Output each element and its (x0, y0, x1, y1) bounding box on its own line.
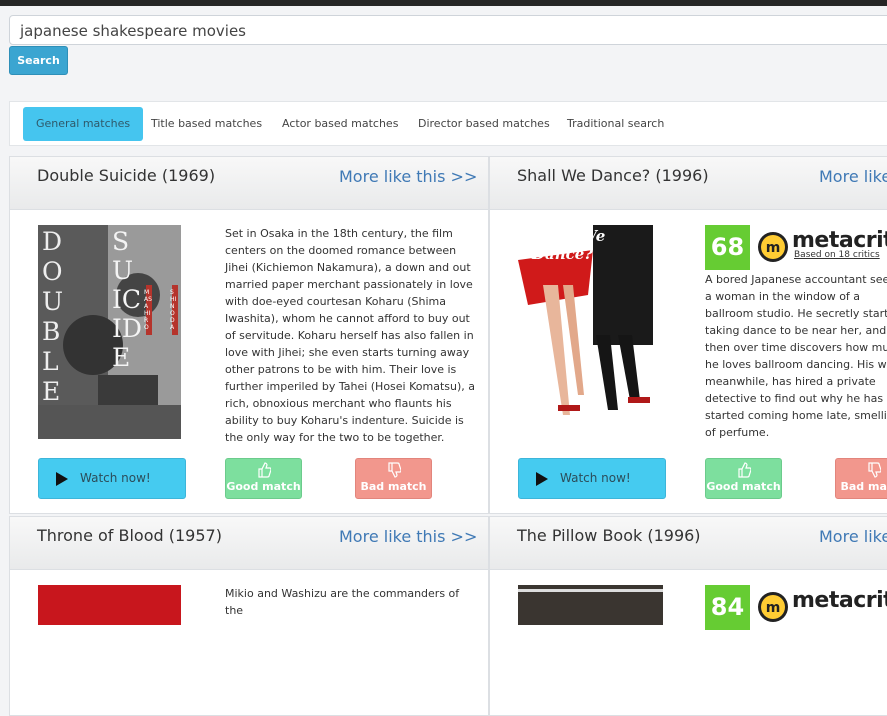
movie-poster[interactable]: Shall We Dance? (518, 225, 658, 415)
tab-traditional-search[interactable]: Traditional search (567, 107, 664, 141)
poster-stripe (518, 589, 663, 592)
movie-poster[interactable] (518, 585, 663, 625)
movie-card-the-pillow-book: The Pillow Book (1996) More like this >>… (489, 516, 887, 716)
movie-description: A bored Japanese accountant sees a woman… (705, 273, 887, 439)
poster-title: Shall We Dance? (532, 227, 606, 263)
critics-count-link[interactable]: Based on 18 critics (794, 250, 880, 260)
metacritic-name: metacritic (792, 588, 887, 613)
tab-title-based-matches[interactable]: Title based matches (151, 107, 262, 141)
movie-description: Set in Osaka in the 18th century, the fi… (225, 227, 475, 444)
more-like-this-link[interactable]: More like this >> (819, 527, 887, 546)
good-match-label: Good match (706, 480, 781, 493)
tab-director-based-matches[interactable]: Director based matches (418, 107, 550, 141)
search-button[interactable]: Search (9, 46, 68, 75)
movie-poster[interactable] (38, 585, 181, 625)
svg-text:m: m (766, 600, 781, 616)
movie-description: Mikio and Washizu are the commanders of … (225, 587, 460, 617)
thumbs-up-icon (738, 462, 751, 478)
poster-director-first: MASAHIRO (144, 289, 152, 331)
top-bar (0, 0, 887, 6)
poster-director-last: SHINODA (170, 289, 177, 331)
bad-match-button[interactable]: Bad match (835, 458, 887, 499)
movie-title: Double Suicide (1969) (37, 166, 216, 185)
movie-title: The Pillow Book (1996) (517, 526, 701, 545)
play-icon (56, 472, 68, 486)
tab-actor-based-matches[interactable]: Actor based matches (282, 107, 398, 141)
thumbs-down-icon (388, 462, 401, 478)
tab-general-matches[interactable]: General matches (23, 107, 144, 141)
movie-card-double-suicide: Double Suicide (1969) More like this >> … (9, 156, 489, 514)
watch-now-button[interactable]: Watch now! (518, 458, 666, 499)
poster-title-right: SUICIDE (112, 227, 142, 372)
more-like-this-link[interactable]: More like this >> (339, 527, 477, 546)
good-match-button[interactable]: Good match (225, 458, 302, 499)
search-input[interactable]: japanese shakespeare movies (9, 15, 887, 45)
metascore-badge: 68 (705, 225, 750, 270)
metascore-badge: 84 (705, 585, 750, 630)
more-like-this-link[interactable]: More like this >> (339, 167, 477, 186)
movie-title: Shall We Dance? (1996) (517, 166, 709, 185)
metacritic-logo-icon: m (758, 592, 788, 622)
metacritic-logo-icon: m (758, 232, 788, 262)
movie-poster[interactable]: DOUBLE SUICIDE MASAHIRO SHINODA (38, 225, 181, 439)
good-match-button[interactable]: Good match (705, 458, 782, 499)
card-header: The Pillow Book (1996) More like this >> (490, 517, 887, 570)
watch-now-label: Watch now! (80, 471, 151, 485)
bad-match-button[interactable]: Bad match (355, 458, 432, 499)
watch-now-label: Watch now! (560, 471, 631, 485)
svg-text:m: m (766, 240, 781, 256)
more-like-this-link[interactable]: More like this >> (819, 167, 887, 186)
movie-card-throne-of-blood: Throne of Blood (1957) More like this >>… (9, 516, 489, 716)
thumbs-up-icon (258, 462, 271, 478)
play-icon (536, 472, 548, 486)
good-match-label: Good match (226, 480, 301, 493)
movie-card-shall-we-dance: Shall We Dance? (1996) More like this >>… (489, 156, 887, 514)
movie-title: Throne of Blood (1957) (37, 526, 222, 545)
card-header: Throne of Blood (1957) More like this >> (10, 517, 488, 570)
thumbs-down-icon (868, 462, 881, 478)
watch-now-button[interactable]: Watch now! (38, 458, 186, 499)
card-header: Shall We Dance? (1996) More like this >> (490, 157, 887, 210)
match-tabs: General matches Title based matches Acto… (9, 101, 887, 146)
bad-match-label: Bad match (360, 480, 427, 493)
bad-match-label: Bad match (840, 480, 887, 493)
poster-title-left: DOUBLE (42, 227, 64, 406)
card-header: Double Suicide (1969) More like this >> (10, 157, 488, 210)
